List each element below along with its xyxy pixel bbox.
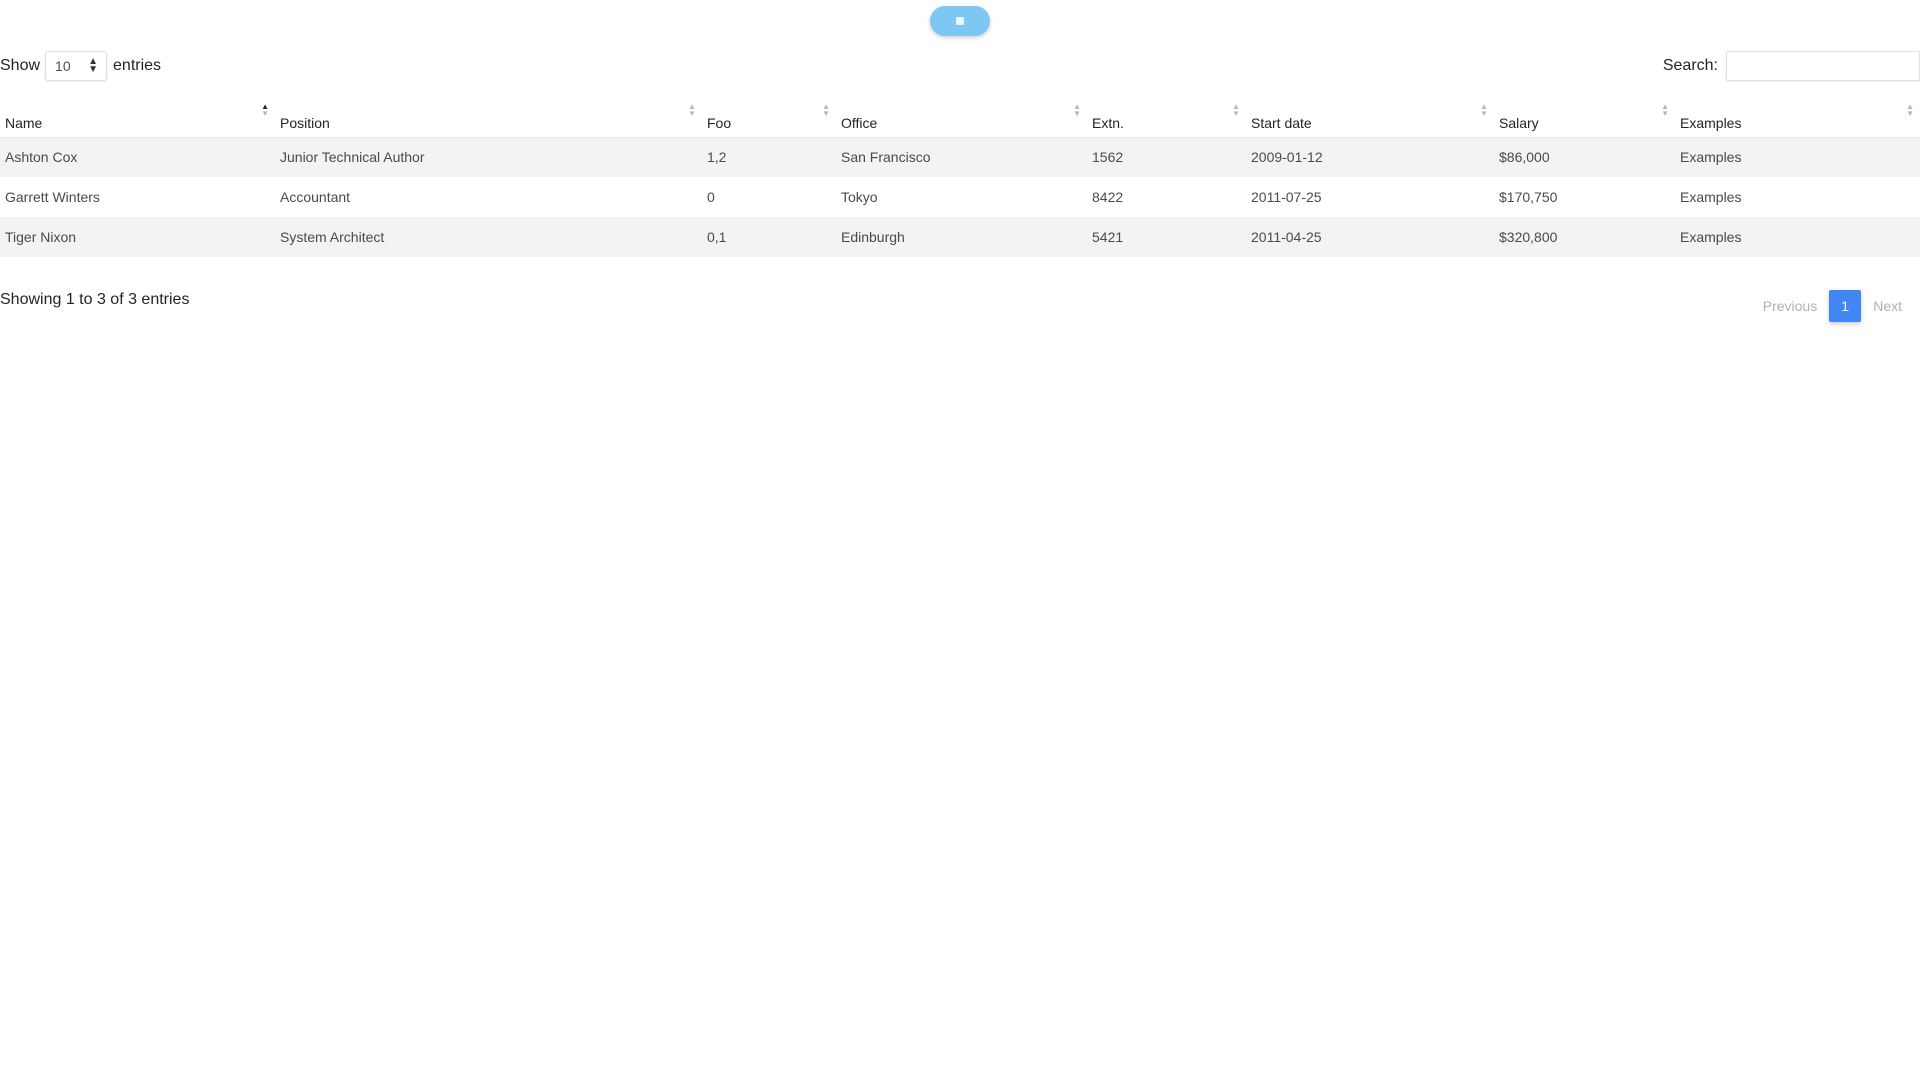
table-row: Tiger Nixon System Architect 0,1 Edinbur… bbox=[0, 217, 1920, 257]
cell-name: Ashton Cox bbox=[0, 137, 275, 177]
page: Show 10 ▲ ▼ entries Search: Name ▲ ▼ Pos… bbox=[0, 0, 1920, 1080]
length-prefix-label: Show bbox=[0, 57, 41, 74]
search-input[interactable] bbox=[1726, 51, 1920, 81]
cell-name: Garrett Winters bbox=[0, 177, 275, 217]
sort-icon: ▲ ▼ bbox=[1661, 102, 1669, 118]
column-header-office[interactable]: Office ▲ ▼ bbox=[836, 97, 1087, 138]
cell-foo: 1,2 bbox=[702, 137, 836, 177]
next-page-button[interactable]: Next bbox=[1865, 298, 1910, 314]
cell-start-date: 2011-07-25 bbox=[1246, 177, 1494, 217]
cell-salary: $86,000 bbox=[1494, 137, 1675, 177]
column-header-label: Start date bbox=[1251, 114, 1312, 131]
search-label: Search: bbox=[1662, 57, 1718, 74]
cell-position: Junior Technical Author bbox=[275, 137, 702, 177]
select-caret-icon: ▲ ▼ bbox=[88, 56, 99, 75]
table-row: Ashton Cox Junior Technical Author 1,2 S… bbox=[0, 137, 1920, 177]
cell-position: Accountant bbox=[275, 177, 702, 217]
entries-length-select[interactable]: 10 ▲ ▼ bbox=[45, 51, 108, 81]
length-select-value: 10 bbox=[55, 58, 71, 74]
sort-icon: ▲ ▼ bbox=[822, 102, 830, 118]
column-header-label: Extn. bbox=[1092, 114, 1124, 131]
cell-extn: 5421 bbox=[1087, 217, 1246, 257]
cell-start-date: 2009-01-12 bbox=[1246, 137, 1494, 177]
column-header-extn[interactable]: Extn. ▲ ▼ bbox=[1087, 97, 1246, 138]
column-header-salary[interactable]: Salary ▲ ▼ bbox=[1494, 97, 1675, 138]
column-header-position[interactable]: Position ▲ ▼ bbox=[275, 97, 702, 138]
column-header-start-date[interactable]: Start date ▲ ▼ bbox=[1246, 97, 1494, 138]
cell-office: Edinburgh bbox=[836, 217, 1087, 257]
cell-salary: $320,800 bbox=[1494, 217, 1675, 257]
cell-office: San Francisco bbox=[836, 137, 1087, 177]
column-header-label: Foo bbox=[707, 114, 732, 131]
column-header-foo[interactable]: Foo ▲ ▼ bbox=[702, 97, 836, 138]
pagination: Previous 1 Next bbox=[1755, 290, 1910, 322]
sort-ascending-icon: ▲ ▼ bbox=[261, 102, 269, 118]
column-header-name[interactable]: Name ▲ ▼ bbox=[0, 97, 275, 138]
column-header-label: Position bbox=[280, 114, 330, 131]
cell-examples: Examples bbox=[1675, 177, 1920, 217]
entries-length-control: Show 10 ▲ ▼ entries bbox=[0, 50, 161, 82]
previous-page-button[interactable]: Previous bbox=[1755, 298, 1825, 314]
sort-icon: ▲ ▼ bbox=[1906, 102, 1914, 118]
column-header-label: Salary bbox=[1499, 114, 1539, 131]
column-header-label: Examples bbox=[1680, 114, 1742, 131]
sort-icon: ▲ ▼ bbox=[1232, 102, 1240, 118]
data-table: Name ▲ ▼ Position ▲ ▼ Foo ▲ ▼ Office ▲ ▼ Ext… bbox=[0, 97, 1920, 257]
cell-name: Tiger Nixon bbox=[0, 217, 275, 257]
column-header-examples[interactable]: Examples ▲ ▼ bbox=[1675, 97, 1920, 138]
table-info: Showing 1 to 3 of 3 entries bbox=[0, 291, 190, 308]
cell-foo: 0 bbox=[702, 177, 836, 217]
column-header-label: Office bbox=[841, 114, 878, 131]
sort-icon: ▲ ▼ bbox=[1073, 102, 1081, 118]
cell-extn: 8422 bbox=[1087, 177, 1246, 217]
column-header-label: Name bbox=[5, 114, 43, 131]
top-action-button[interactable] bbox=[930, 6, 990, 36]
length-suffix-label: entries bbox=[113, 57, 162, 74]
square-icon bbox=[956, 17, 964, 25]
cell-start-date: 2011-04-25 bbox=[1246, 217, 1494, 257]
cell-office: Tokyo bbox=[836, 177, 1087, 217]
sort-icon: ▲ ▼ bbox=[1480, 102, 1488, 118]
sort-icon: ▲ ▼ bbox=[688, 102, 696, 118]
page-1-button[interactable]: 1 bbox=[1829, 290, 1862, 322]
cell-position: System Architect bbox=[275, 217, 702, 257]
cell-extn: 1562 bbox=[1087, 137, 1246, 177]
search-control: Search: bbox=[1663, 50, 1920, 82]
cell-examples: Examples bbox=[1675, 137, 1920, 177]
cell-salary: $170,750 bbox=[1494, 177, 1675, 217]
table-header-row: Name ▲ ▼ Position ▲ ▼ Foo ▲ ▼ Office ▲ ▼ Ext… bbox=[0, 97, 1920, 138]
cell-foo: 0,1 bbox=[702, 217, 836, 257]
cell-examples: Examples bbox=[1675, 217, 1920, 257]
table-row: Garrett Winters Accountant 0 Tokyo 8422 … bbox=[0, 177, 1920, 217]
